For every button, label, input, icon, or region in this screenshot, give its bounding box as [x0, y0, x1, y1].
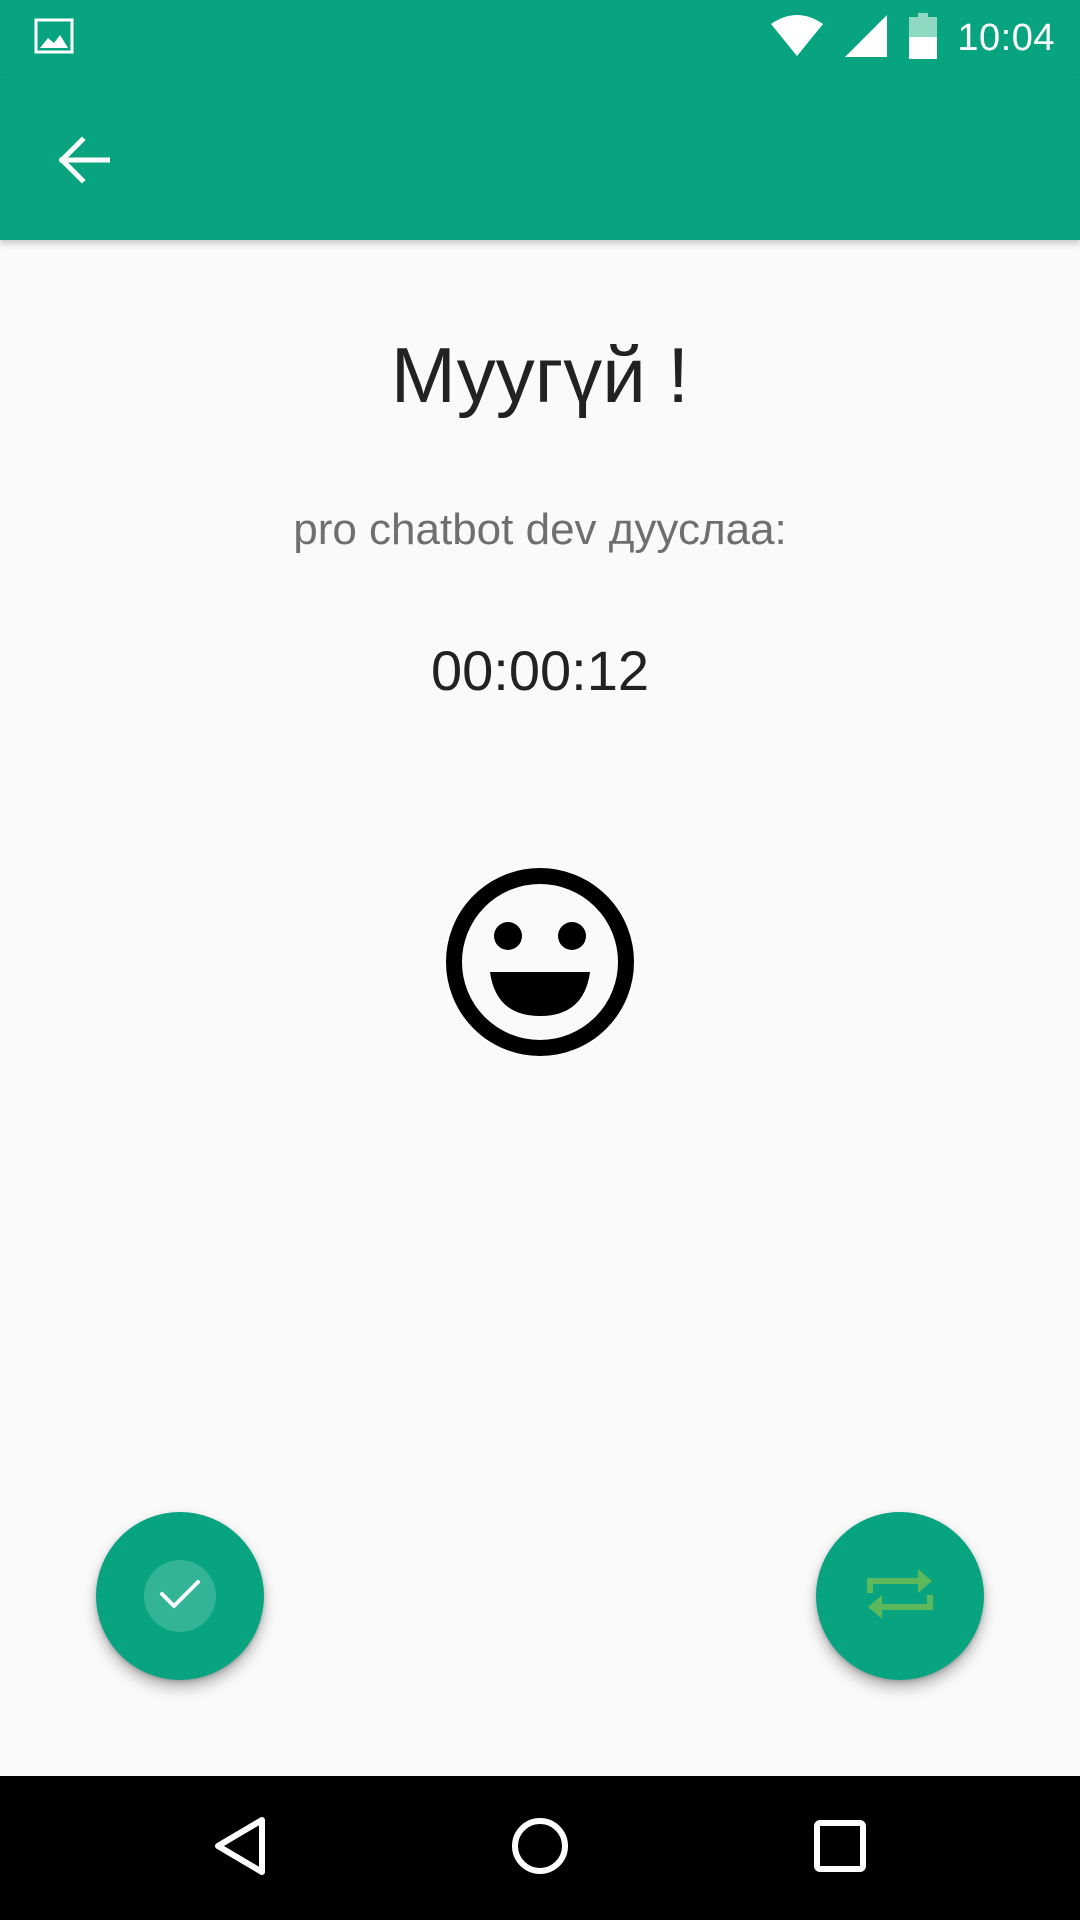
battery-icon: [909, 12, 938, 64]
result-title: Муугүй !: [390, 331, 690, 419]
wifi-icon: [769, 14, 825, 63]
status-bar: 10:04: [0, 0, 1080, 76]
nav-home-button[interactable]: [490, 1798, 590, 1898]
home-circle-icon: [510, 1816, 570, 1881]
confirm-button-highlight: [144, 1560, 216, 1632]
check-icon: [158, 1576, 202, 1617]
signal-icon: [845, 14, 889, 62]
result-subtitle: pro chatbot dev дууслаа:: [293, 505, 787, 554]
status-icons: 10:04: [769, 10, 1055, 66]
status-time: 10:04: [957, 16, 1055, 59]
nav-back-button[interactable]: [190, 1798, 290, 1898]
gallery-notification-icon: [34, 18, 74, 54]
recents-square-icon: [813, 1819, 867, 1878]
elapsed-time: 00:00:12: [431, 639, 649, 702]
back-button[interactable]: [40, 118, 128, 206]
repeat-icon: [862, 1563, 938, 1630]
arrow-back-icon: [58, 135, 111, 189]
screen: 10:04 Муугүй ! pro chatbot dev дууслаа: …: [0, 0, 1080, 1920]
smiley-icon: [444, 866, 636, 1058]
repeat-button[interactable]: [816, 1512, 984, 1680]
confirm-button[interactable]: [96, 1512, 264, 1680]
app-bar: [0, 76, 1080, 240]
back-triangle-icon: [212, 1816, 268, 1881]
nav-recents-button[interactable]: [790, 1798, 890, 1898]
navigation-bar: [0, 1776, 1080, 1920]
